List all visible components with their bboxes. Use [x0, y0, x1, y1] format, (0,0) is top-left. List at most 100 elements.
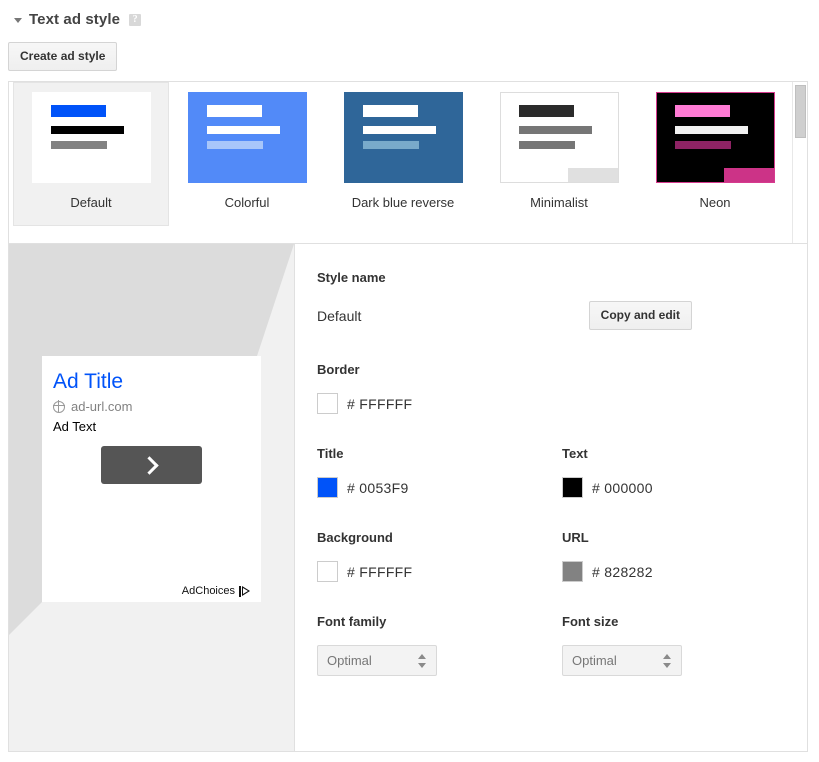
border-color-swatch[interactable] — [317, 393, 338, 414]
ad-style-tile[interactable]: Neon — [637, 82, 793, 226]
font-size-select[interactable]: Optimal — [562, 645, 682, 676]
page-header: Text ad style ? — [0, 0, 819, 30]
ad-style-thumbnail — [188, 92, 307, 183]
preview-backdrop-wall — [9, 244, 257, 356]
font-family-select[interactable]: Optimal — [317, 645, 437, 676]
border-label: Border — [317, 362, 807, 377]
ad-style-thumbnail — [344, 92, 463, 183]
preview-backdrop-corner-top — [257, 244, 294, 356]
text-swatch-row: # 000000 — [562, 477, 807, 498]
title-hex-value: # 0053F9 — [347, 480, 409, 496]
url-color-group: URL # 828282 — [562, 530, 807, 582]
page-title: Text ad style — [29, 11, 120, 28]
url-label: URL — [562, 530, 807, 545]
background-url-row: Background # FFFFFF URL # 828282 — [317, 530, 807, 614]
text-hex-value: # 000000 — [592, 480, 653, 496]
thumbnail-url-bar — [519, 141, 575, 149]
font-size-value: Optimal — [572, 653, 617, 668]
thumbnail-url-bar — [207, 141, 263, 149]
adchoices-triangle-icon — [239, 586, 250, 597]
thumbnail-url-bar — [363, 141, 419, 149]
text-color-swatch[interactable] — [562, 477, 583, 498]
help-question-icon[interactable]: ? — [129, 14, 141, 26]
create-ad-style-button[interactable]: Create ad style — [8, 42, 117, 71]
border-swatch-row: # FFFFFF — [317, 393, 807, 414]
ad-style-thumbnail — [500, 92, 619, 183]
gallery-scrollbar[interactable] — [792, 82, 807, 243]
ad-style-tile[interactable]: Minimalist — [481, 82, 637, 226]
style-name-group: Style name Default Copy and edit — [317, 270, 807, 330]
copy-and-edit-button[interactable]: Copy and edit — [589, 301, 692, 330]
title-swatch-row: # 0053F9 — [317, 477, 562, 498]
ad-preview-pane: Ad Title ad-url.com Ad Text AdChoices — [9, 244, 294, 751]
ad-preview-card: Ad Title ad-url.com Ad Text AdChoices — [42, 356, 261, 602]
ad-style-editor: Ad Title ad-url.com Ad Text AdChoices St… — [8, 244, 808, 752]
title-color-group: Title # 0053F9 — [317, 446, 562, 498]
font-row: Font family Optimal Font size Optimal — [317, 614, 807, 676]
thumbnail-text-bar — [363, 126, 436, 134]
ad-style-tile-label: Dark blue reverse — [326, 195, 480, 210]
stepper-arrows-icon — [418, 654, 427, 668]
style-name-value: Default — [317, 308, 361, 324]
ad-style-tile[interactable]: Default — [13, 82, 169, 226]
globe-icon — [53, 401, 65, 413]
thumbnail-title-bar — [363, 105, 418, 117]
thumbnail-title-bar — [207, 105, 262, 117]
thumbnail-title-bar — [519, 105, 574, 117]
font-family-value: Optimal — [327, 653, 372, 668]
url-hex-value: # 828282 — [592, 564, 653, 580]
thumbnail-url-bar — [675, 141, 731, 149]
gallery-scrollbar-thumb[interactable] — [795, 85, 806, 138]
background-color-swatch[interactable] — [317, 561, 338, 582]
thumbnail-badge-bar — [724, 168, 773, 182]
ad-style-tile-label: Minimalist — [482, 195, 636, 210]
thumbnail-url-bar — [51, 141, 107, 149]
stepper-arrows-icon — [663, 654, 672, 668]
url-swatch-row: # 828282 — [562, 561, 807, 582]
font-family-group: Font family Optimal — [317, 614, 562, 676]
thumbnail-title-bar — [51, 105, 106, 117]
title-text-row: Title # 0053F9 Text # 000000 — [317, 446, 807, 530]
font-family-label: Font family — [317, 614, 562, 629]
collapse-triangle-icon[interactable] — [14, 18, 22, 23]
background-hex-value: # FFFFFF — [347, 564, 412, 580]
ad-style-tile-label: Neon — [638, 195, 792, 210]
ad-style-settings-pane: Style name Default Copy and edit Border … — [294, 244, 807, 751]
ad-style-thumbnail — [32, 92, 151, 183]
toolbar: Create ad style — [0, 30, 819, 71]
background-swatch-row: # FFFFFF — [317, 561, 562, 582]
ad-style-tile[interactable]: Dark blue reverse — [325, 82, 481, 226]
style-name-row: Default Copy and edit — [317, 301, 692, 330]
title-label: Title — [317, 446, 562, 461]
ad-style-track: DefaultColorfulDark blue reverseMinimali… — [9, 82, 807, 243]
adchoices-link[interactable]: AdChoices — [182, 585, 250, 597]
thumbnail-text-bar — [51, 126, 124, 134]
font-size-group: Font size Optimal — [562, 614, 807, 676]
thumbnail-text-bar — [519, 126, 592, 134]
ad-style-tile-label: Colorful — [170, 195, 324, 210]
preview-backdrop-side — [9, 356, 42, 602]
url-color-swatch[interactable] — [562, 561, 583, 582]
text-color-group: Text # 000000 — [562, 446, 807, 498]
chevron-right-icon — [140, 456, 158, 474]
ad-preview-title: Ad Title — [53, 370, 250, 394]
ad-style-gallery: DefaultColorfulDark blue reverseMinimali… — [8, 81, 808, 244]
title-color-swatch[interactable] — [317, 477, 338, 498]
thumbnail-text-bar — [675, 126, 748, 134]
style-name-label: Style name — [317, 270, 807, 285]
ad-preview-url-row: ad-url.com — [53, 399, 250, 414]
ad-style-thumbnail — [656, 92, 775, 183]
ad-preview-cta-button[interactable] — [101, 446, 202, 484]
thumbnail-badge-bar — [568, 168, 617, 182]
thumbnail-text-bar — [207, 126, 280, 134]
border-hex-value: # FFFFFF — [347, 396, 412, 412]
text-label: Text — [562, 446, 807, 461]
ad-preview-url: ad-url.com — [71, 399, 132, 414]
background-color-group: Background # FFFFFF — [317, 530, 562, 582]
font-size-label: Font size — [562, 614, 807, 629]
background-label: Background — [317, 530, 562, 545]
ad-style-tile-label: Default — [14, 195, 168, 210]
thumbnail-title-bar — [675, 105, 730, 117]
border-color-group: Border # FFFFFF — [317, 362, 807, 414]
ad-style-tile[interactable]: Colorful — [169, 82, 325, 226]
